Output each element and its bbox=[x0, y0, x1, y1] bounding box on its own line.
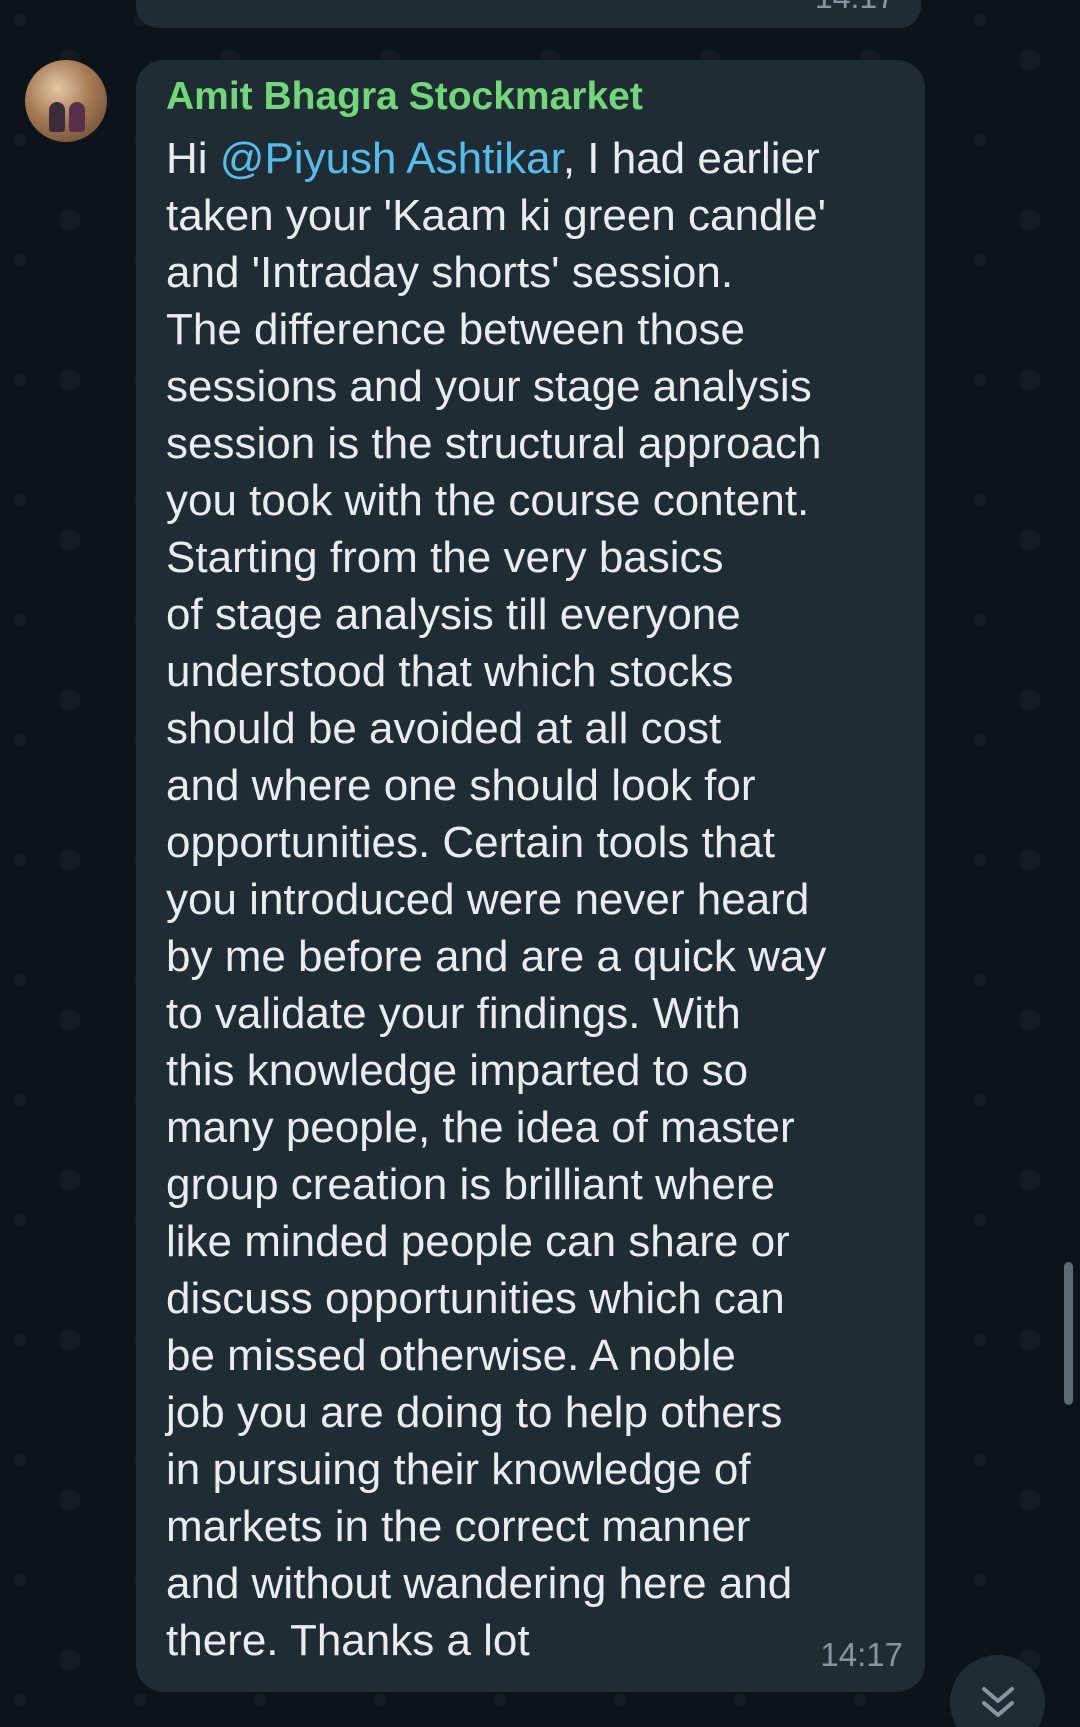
message-line: discuss opportunities which can bbox=[166, 1274, 785, 1323]
message-line: and 'Intraday shorts' session. bbox=[166, 248, 734, 297]
greeting-suffix: , I had earlier bbox=[562, 134, 820, 183]
scroll-to-bottom-button[interactable] bbox=[950, 1655, 1045, 1727]
message-time: 14:17 bbox=[820, 1636, 903, 1673]
chevron-double-down-icon bbox=[982, 1687, 1014, 1717]
avatar[interactable] bbox=[25, 60, 107, 142]
message-line: Hi @Piyush Ashtikar, I had earlier bbox=[166, 130, 911, 187]
message-line: should be avoided at all cost bbox=[166, 704, 722, 753]
message-line: of stage analysis till everyone bbox=[166, 590, 741, 639]
sender-name[interactable]: Amit Bhagra Stockmarket bbox=[166, 75, 643, 119]
message-line: session is the structural approach bbox=[166, 419, 822, 468]
message-bubble[interactable]: Amit Bhagra Stockmarket Hi @Piyush Ashti… bbox=[136, 60, 925, 1692]
message-text: Hi @Piyush Ashtikar, I had earlier taken… bbox=[166, 130, 911, 1669]
message-line: taken your 'Kaam ki green candle' bbox=[166, 191, 827, 240]
message-line: many people, the idea of master bbox=[166, 1103, 795, 1152]
message-line: markets in the correct manner bbox=[166, 1502, 751, 1551]
message-line: opportunities. Certain tools that bbox=[166, 818, 776, 867]
avatar-figure bbox=[69, 102, 85, 132]
message-line: you took with the course content. bbox=[166, 476, 810, 525]
chat-background: 14:17 Amit Bhagra Stockmarket Hi @Piyush… bbox=[0, 0, 1080, 1727]
message-line: like minded people can share or bbox=[166, 1217, 790, 1266]
message-line: The difference between those bbox=[166, 305, 745, 354]
previous-message-time: 14:17 bbox=[815, 0, 895, 16]
scrollbar[interactable] bbox=[1064, 1262, 1073, 1405]
message-line: Starting from the very basics bbox=[166, 533, 724, 582]
message-line: by me before and are a quick way bbox=[166, 932, 827, 981]
message-line: this knowledge imparted to so bbox=[166, 1046, 749, 1095]
message-line: sessions and your stage analysis bbox=[166, 362, 812, 411]
message-line: to validate your findings. With bbox=[166, 989, 741, 1038]
greeting-text: Hi bbox=[166, 134, 220, 183]
message-line: understood that which stocks bbox=[166, 647, 734, 696]
previous-message-bubble[interactable]: 14:17 bbox=[136, 0, 921, 28]
message-line: and without wandering here and bbox=[166, 1559, 793, 1608]
message-line: in pursuing their knowledge of bbox=[166, 1445, 751, 1494]
message-line: job you are doing to help others bbox=[166, 1388, 783, 1437]
message-line: be missed otherwise. A noble bbox=[166, 1331, 736, 1380]
message-line: and where one should look for bbox=[166, 761, 756, 810]
avatar-figure bbox=[49, 102, 65, 132]
message-line: there. Thanks a lot bbox=[166, 1616, 530, 1665]
message-line: group creation is brilliant where bbox=[166, 1160, 775, 1209]
message-line: you introduced were never heard bbox=[166, 875, 810, 924]
mention-link[interactable]: @Piyush Ashtikar bbox=[220, 134, 563, 183]
